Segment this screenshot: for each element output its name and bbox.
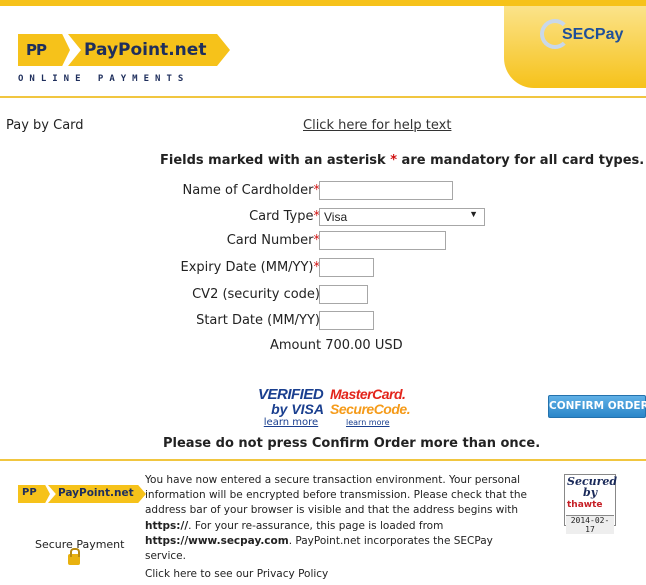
privacy-policy-link[interactable]: Click here	[145, 568, 197, 580]
paypoint-badge-text: PP	[26, 41, 47, 59]
padlock-icon	[68, 548, 80, 565]
header-divider	[0, 96, 646, 98]
cardholder-label-text: Name of Cardholder	[182, 183, 314, 198]
secure-payment-label: Secure Payment	[35, 538, 125, 551]
footer-badge-text: PP	[22, 487, 37, 498]
vbv-verified-text: VERIFIED	[258, 386, 324, 403]
expiry-label: Expiry Date (MM/YY)*	[100, 260, 320, 275]
secpay-url-text: https://www.secpay.com	[145, 534, 289, 547]
dropdown-arrow-icon: ▼	[469, 209, 478, 219]
card-number-row: Card Number*	[0, 231, 646, 253]
page-title: Pay by Card	[6, 118, 84, 133]
thawte-security-seal[interactable]: Secured by thawte 2014-02-17	[564, 474, 617, 534]
paypoint-name-text: PayPoint.net	[84, 40, 207, 60]
paypoint-logo-badge: PP	[18, 34, 70, 66]
https-text: https://	[145, 519, 189, 532]
start-date-label: Start Date (MM/YY)	[196, 313, 320, 328]
secpay-logo: SECPay	[504, 6, 646, 88]
secpay-logo-text: SECPay	[562, 26, 624, 43]
seal-by-text: by	[583, 486, 598, 499]
cv2-label: CV2 (security code)	[192, 287, 320, 302]
expiry-date-input[interactable]	[319, 258, 374, 277]
brand-tagline: ONLINE PAYMENTS	[18, 74, 190, 84]
mandatory-asterisk: *	[390, 153, 398, 168]
security-notice-part2: . For your re-assurance, this page is lo…	[188, 519, 444, 532]
footer-paypoint-logo: PP PayPoint.net	[18, 485, 146, 503]
cv2-row: CV2 (security code)	[0, 285, 646, 307]
msc-securecode-text: SecureCode.	[330, 401, 411, 417]
expiry-row: Expiry Date (MM/YY)*	[0, 258, 646, 280]
card-type-selected-value: Visa	[324, 210, 348, 224]
seal-thawte-text: thawte	[567, 500, 603, 510]
mandatory-fields-note: Fields marked with an asterisk * are man…	[160, 153, 644, 168]
verified-by-visa-badge: VERIFIED by VISA learn more	[258, 387, 324, 428]
start-date-row: Start Date (MM/YY)	[0, 311, 646, 333]
confirm-warning-text: Please do not press Confirm Order more t…	[163, 436, 541, 451]
start-date-input[interactable]	[319, 311, 374, 330]
footer-divider	[0, 459, 646, 461]
card-number-input[interactable]	[319, 231, 446, 250]
privacy-policy-line: Click here to see our Privacy Policy	[145, 568, 328, 580]
cardholder-row: Name of Cardholder*	[0, 181, 646, 203]
expiry-label-text: Expiry Date (MM/YY)	[180, 260, 314, 275]
card-type-row: Card Type* Visa ▼	[0, 207, 646, 229]
amount-text: Amount 700.00 USD	[270, 338, 403, 353]
paypoint-logo: PP PayPoint.net	[18, 34, 230, 66]
footer-logo-name: PayPoint.net	[48, 485, 146, 503]
security-notice-part1: You have now entered a secure transactio…	[145, 474, 528, 517]
mandatory-note-post: are mandatory for all card types.	[401, 153, 645, 168]
vbv-learn-more-link[interactable]: learn more	[258, 417, 324, 428]
cardholder-label: Name of Cardholder*	[100, 183, 320, 198]
mastercard-securecode-badge: MasterCard. SecureCode. learn more	[330, 386, 411, 428]
card-type-label: Card Type*	[100, 209, 320, 224]
confirm-order-button[interactable]: CONFIRM ORDER	[548, 395, 646, 418]
paypoint-logo-name: PayPoint.net	[68, 34, 230, 66]
msc-learn-more-link[interactable]: learn more	[346, 418, 406, 427]
card-type-label-text: Card Type	[249, 209, 314, 224]
privacy-policy-text: to see our Privacy Policy	[200, 568, 329, 580]
cardholder-name-input[interactable]	[319, 181, 453, 200]
help-text-link[interactable]: Click here for help text	[303, 118, 451, 133]
msc-mastercard-text: MasterCard.	[330, 386, 406, 402]
footer-logo-badge: PP	[18, 485, 50, 503]
vbv-by-visa-text: by VISA	[271, 401, 324, 417]
cv2-input[interactable]	[319, 285, 368, 304]
card-type-select[interactable]: Visa ▼	[319, 208, 485, 226]
footer-name-text: PayPoint.net	[58, 487, 134, 499]
seal-date-text: 2014-02-17	[566, 515, 614, 534]
card-number-label-text: Card Number	[226, 233, 314, 248]
security-notice: You have now entered a secure transactio…	[145, 473, 535, 564]
mandatory-note-pre: Fields marked with an asterisk	[160, 153, 386, 168]
card-number-label: Card Number*	[100, 233, 320, 248]
